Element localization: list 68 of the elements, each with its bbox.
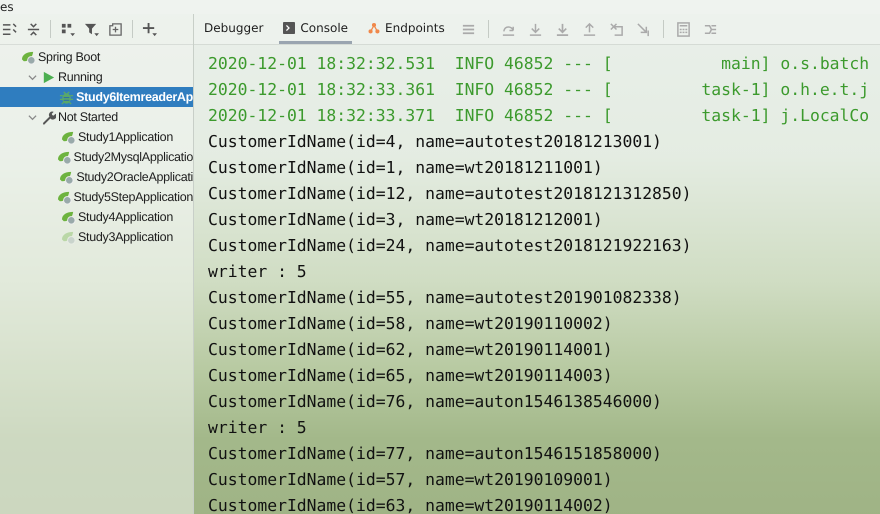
tree-item[interactable]: Running: [0, 67, 193, 87]
console-line: CustomerIdName(id=1, name=wt20181211001): [208, 157, 604, 179]
add-frame-icon[interactable]: [108, 22, 123, 36]
console-line: CustomerIdName(id=76, name=auton1546138546000): [208, 391, 663, 413]
leaf-icon: [21, 50, 36, 64]
console-line: CustomerIdName(id=55, name=autotest201901082338): [208, 287, 683, 309]
tree-item-label: Running: [58, 70, 102, 84]
tree-item[interactable]: Spring Boot: [0, 47, 193, 67]
console-line: CustomerIdName(id=57, name=wt20190109001): [208, 469, 614, 491]
group-icon[interactable]: [60, 22, 75, 36]
leaf-icon: [59, 170, 74, 184]
console-line: CustomerIdName(id=58, name=wt20190110002): [208, 313, 614, 335]
tree-item[interactable]: Study2MysqlApplicatio: [0, 147, 193, 167]
leaf-icon: [61, 130, 76, 144]
step-out-icon[interactable]: [582, 22, 597, 36]
run-icon: [41, 70, 56, 84]
drop-frame-icon[interactable]: [608, 22, 624, 36]
console-line: writer : 5: [208, 261, 308, 283]
tree-item[interactable]: Study5StepApplication: [0, 187, 193, 207]
console-line: CustomerIdName(id=65, name=wt20190114003): [208, 365, 614, 387]
wrench-icon: [41, 110, 56, 124]
console-line: CustomerIdName(id=4, name=autotest20181213001): [208, 131, 663, 153]
tree-item[interactable]: Study4Application: [0, 207, 193, 227]
tree-item-label: Study4Application: [78, 210, 173, 224]
calculator-icon[interactable]: [676, 22, 691, 36]
tree-item-label: Not Started: [58, 110, 118, 124]
console-line: CustomerIdName(id=63, name=wt20190114002): [208, 495, 614, 514]
tree-item-label: Spring Boot: [38, 50, 100, 64]
expand-all-icon[interactable]: [2, 22, 17, 36]
console-line: CustomerIdName(id=3, name=wt20181212001): [208, 209, 604, 231]
tree-item[interactable]: Study3Application: [0, 227, 193, 247]
tab[interactable]: Debugger: [200, 14, 268, 44]
console-icon: [283, 22, 296, 34]
bug-icon: [59, 90, 74, 104]
console-line: CustomerIdName(id=12, name=autotest2018121312850): [208, 183, 693, 205]
tree-item-label: Study2OracleApplicati: [76, 170, 193, 184]
console-line: 2020-12-01 18:32:33.361 INFO 46852 --- [ task-1] o.h.e.t.j: [208, 79, 870, 101]
leaf-icon: [61, 230, 76, 244]
tab[interactable]: Endpoints: [364, 14, 449, 44]
force-step-into-icon[interactable]: [554, 22, 570, 36]
tree-item-label: Study1Application: [78, 130, 173, 144]
step-into-icon[interactable]: [528, 22, 543, 36]
run-to-cursor-icon[interactable]: [636, 22, 651, 36]
collapse-all-icon[interactable]: [26, 22, 41, 36]
chevron-icon[interactable]: [28, 112, 37, 122]
leaf-icon: [56, 190, 72, 204]
filter-icon[interactable]: [84, 22, 99, 36]
leaf-icon: [61, 210, 76, 224]
console-line: CustomerIdName(id=24, name=autotest2018121922163): [208, 235, 693, 257]
chevron-icon[interactable]: [28, 72, 37, 82]
console-line: CustomerIdName(id=62, name=wt20190114001): [208, 339, 614, 361]
console-line: 2020-12-01 18:32:33.371 INFO 46852 --- [ task-1] j.LocalCo: [208, 105, 870, 127]
tree-item[interactable]: Study1Application: [0, 127, 193, 147]
window-title: es: [0, 1, 14, 13]
leaf-icon: [56, 150, 72, 164]
console-line: 2020-12-01 18:32:32.531 INFO 46852 --- [ main] o.s.batch: [208, 53, 870, 75]
tree-item-label: Study6ItemreaderAp: [76, 90, 193, 104]
console-line: writer : 5: [208, 417, 308, 439]
add-icon[interactable]: [142, 22, 157, 36]
endpoints-icon: [368, 22, 380, 34]
tree-item[interactable]: Study6ItemreaderAp: [0, 87, 193, 107]
tree-item-label: Study2MysqlApplicatio: [74, 150, 193, 164]
tab[interactable]: Console: [279, 14, 352, 44]
tree-item[interactable]: Not Started: [0, 107, 193, 127]
tree-item-label: Study5StepApplication: [74, 190, 193, 204]
console-line: CustomerIdName(id=77, name=auton1546151858000): [208, 443, 663, 465]
tree-item[interactable]: Study2OracleApplicati: [0, 167, 193, 187]
tree-item-label: Study3Application: [78, 230, 173, 244]
